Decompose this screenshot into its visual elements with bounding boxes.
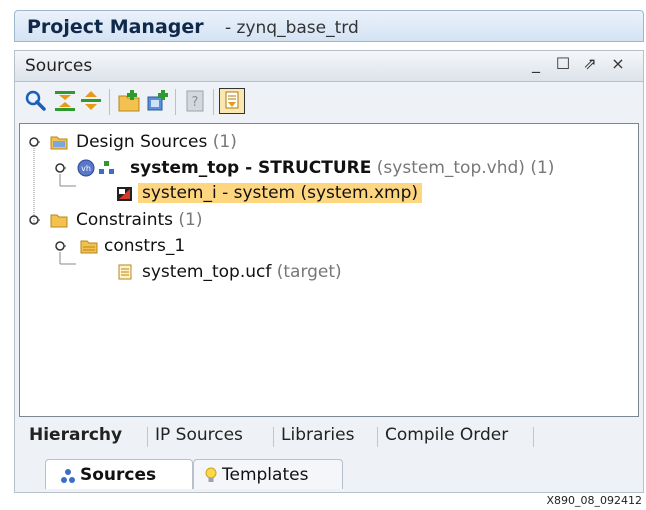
- add-sources-icon[interactable]: [117, 89, 141, 113]
- tab-compile-order[interactable]: Compile Order: [385, 425, 508, 445]
- tab-ip-sources[interactable]: IP Sources: [155, 425, 243, 445]
- collapse-toggle-icon[interactable]: [28, 136, 40, 148]
- project-manager-title: Project Manager: [27, 16, 204, 38]
- tab-templates-label: Templates: [222, 465, 309, 485]
- folder-icon: [50, 136, 68, 150]
- ucf-note: (target): [276, 262, 342, 282]
- tab-hierarchy[interactable]: Hierarchy: [29, 425, 122, 445]
- maximize-icon[interactable]: ☐: [552, 54, 574, 73]
- sources-toolbar: ?: [15, 81, 643, 121]
- sources-tree[interactable]: Design Sources (1) vh system_top - STRUC…: [19, 123, 639, 417]
- sources-panel-title: Sources: [25, 56, 93, 76]
- svg-text:?: ?: [192, 95, 199, 110]
- figure-id: X890_08_092412: [546, 494, 642, 507]
- system-i-node[interactable]: system_i - system (system.xmp): [138, 183, 423, 203]
- constraint-set-icon: [80, 240, 98, 254]
- system-top-label: system_top - STRUCTURE: [130, 158, 372, 178]
- sources-panel: Sources _ ☐ ⇗ × ? Design Sources (1) vh …: [14, 50, 644, 493]
- design-sources-node[interactable]: Design Sources (1): [76, 132, 237, 152]
- constrs-1-node[interactable]: constrs_1: [104, 236, 185, 256]
- tab-sources[interactable]: Sources: [45, 459, 193, 489]
- ucf-node[interactable]: system_top.ucf (target): [142, 262, 342, 282]
- expand-all-icon[interactable]: [79, 89, 103, 113]
- tab-separator: [273, 427, 274, 447]
- constraints-label: Constraints: [76, 210, 173, 230]
- toolbar-separator: [175, 89, 176, 115]
- minimize-icon[interactable]: _: [525, 54, 547, 73]
- system-top-count: (1): [530, 158, 555, 178]
- svg-text:vh: vh: [81, 164, 91, 173]
- properties-icon[interactable]: ?: [183, 89, 207, 113]
- panel-tabs: Sources Templates: [15, 459, 643, 493]
- tab-separator: [147, 427, 148, 447]
- project-manager-header: Project Manager - zynq_base_trd: [14, 10, 644, 42]
- close-icon[interactable]: ×: [607, 54, 629, 73]
- folder-icon: [50, 214, 68, 228]
- sources-panel-titlebar: Sources _ ☐ ⇗ ×: [15, 51, 643, 82]
- tab-separator: [533, 427, 534, 447]
- design-sources-count: (1): [212, 132, 237, 152]
- tab-separator: [377, 427, 378, 447]
- constraints-count: (1): [178, 210, 203, 230]
- toolbar-separator: [213, 89, 214, 115]
- tab-sources-label: Sources: [80, 465, 157, 485]
- tab-templates[interactable]: Templates: [193, 459, 343, 489]
- vhdl-file-icon: vh: [77, 159, 95, 177]
- collapse-toggle-icon[interactable]: [28, 214, 40, 226]
- collapse-all-icon[interactable]: [53, 89, 77, 113]
- constraints-node[interactable]: Constraints (1): [76, 210, 203, 230]
- search-icon[interactable]: [23, 89, 47, 113]
- view-tabs: Hierarchy IP Sources Libraries Compile O…: [19, 421, 639, 451]
- ucf-file-icon: [118, 264, 132, 280]
- project-name: - zynq_base_trd: [225, 18, 359, 38]
- toolbar-separator: [109, 89, 110, 115]
- collapse-toggle-icon[interactable]: [54, 162, 66, 174]
- sources-tab-icon: [61, 469, 75, 483]
- system-top-node[interactable]: system_top - STRUCTURE (system_top.vhd) …: [130, 158, 554, 178]
- float-icon[interactable]: ⇗: [579, 54, 601, 73]
- collapse-toggle-icon[interactable]: [54, 240, 66, 252]
- hierarchy-dots-icon: [99, 161, 114, 174]
- show-hierarchy-icon[interactable]: [219, 88, 245, 114]
- ucf-label: system_top.ucf: [142, 262, 272, 282]
- tab-libraries[interactable]: Libraries: [281, 425, 354, 445]
- lightbulb-icon: [205, 467, 217, 482]
- xmp-file-icon: [117, 187, 132, 201]
- design-sources-label: Design Sources: [76, 132, 208, 152]
- add-ip-icon[interactable]: [145, 89, 169, 113]
- system-top-file: (system_top.vhd): [376, 158, 525, 178]
